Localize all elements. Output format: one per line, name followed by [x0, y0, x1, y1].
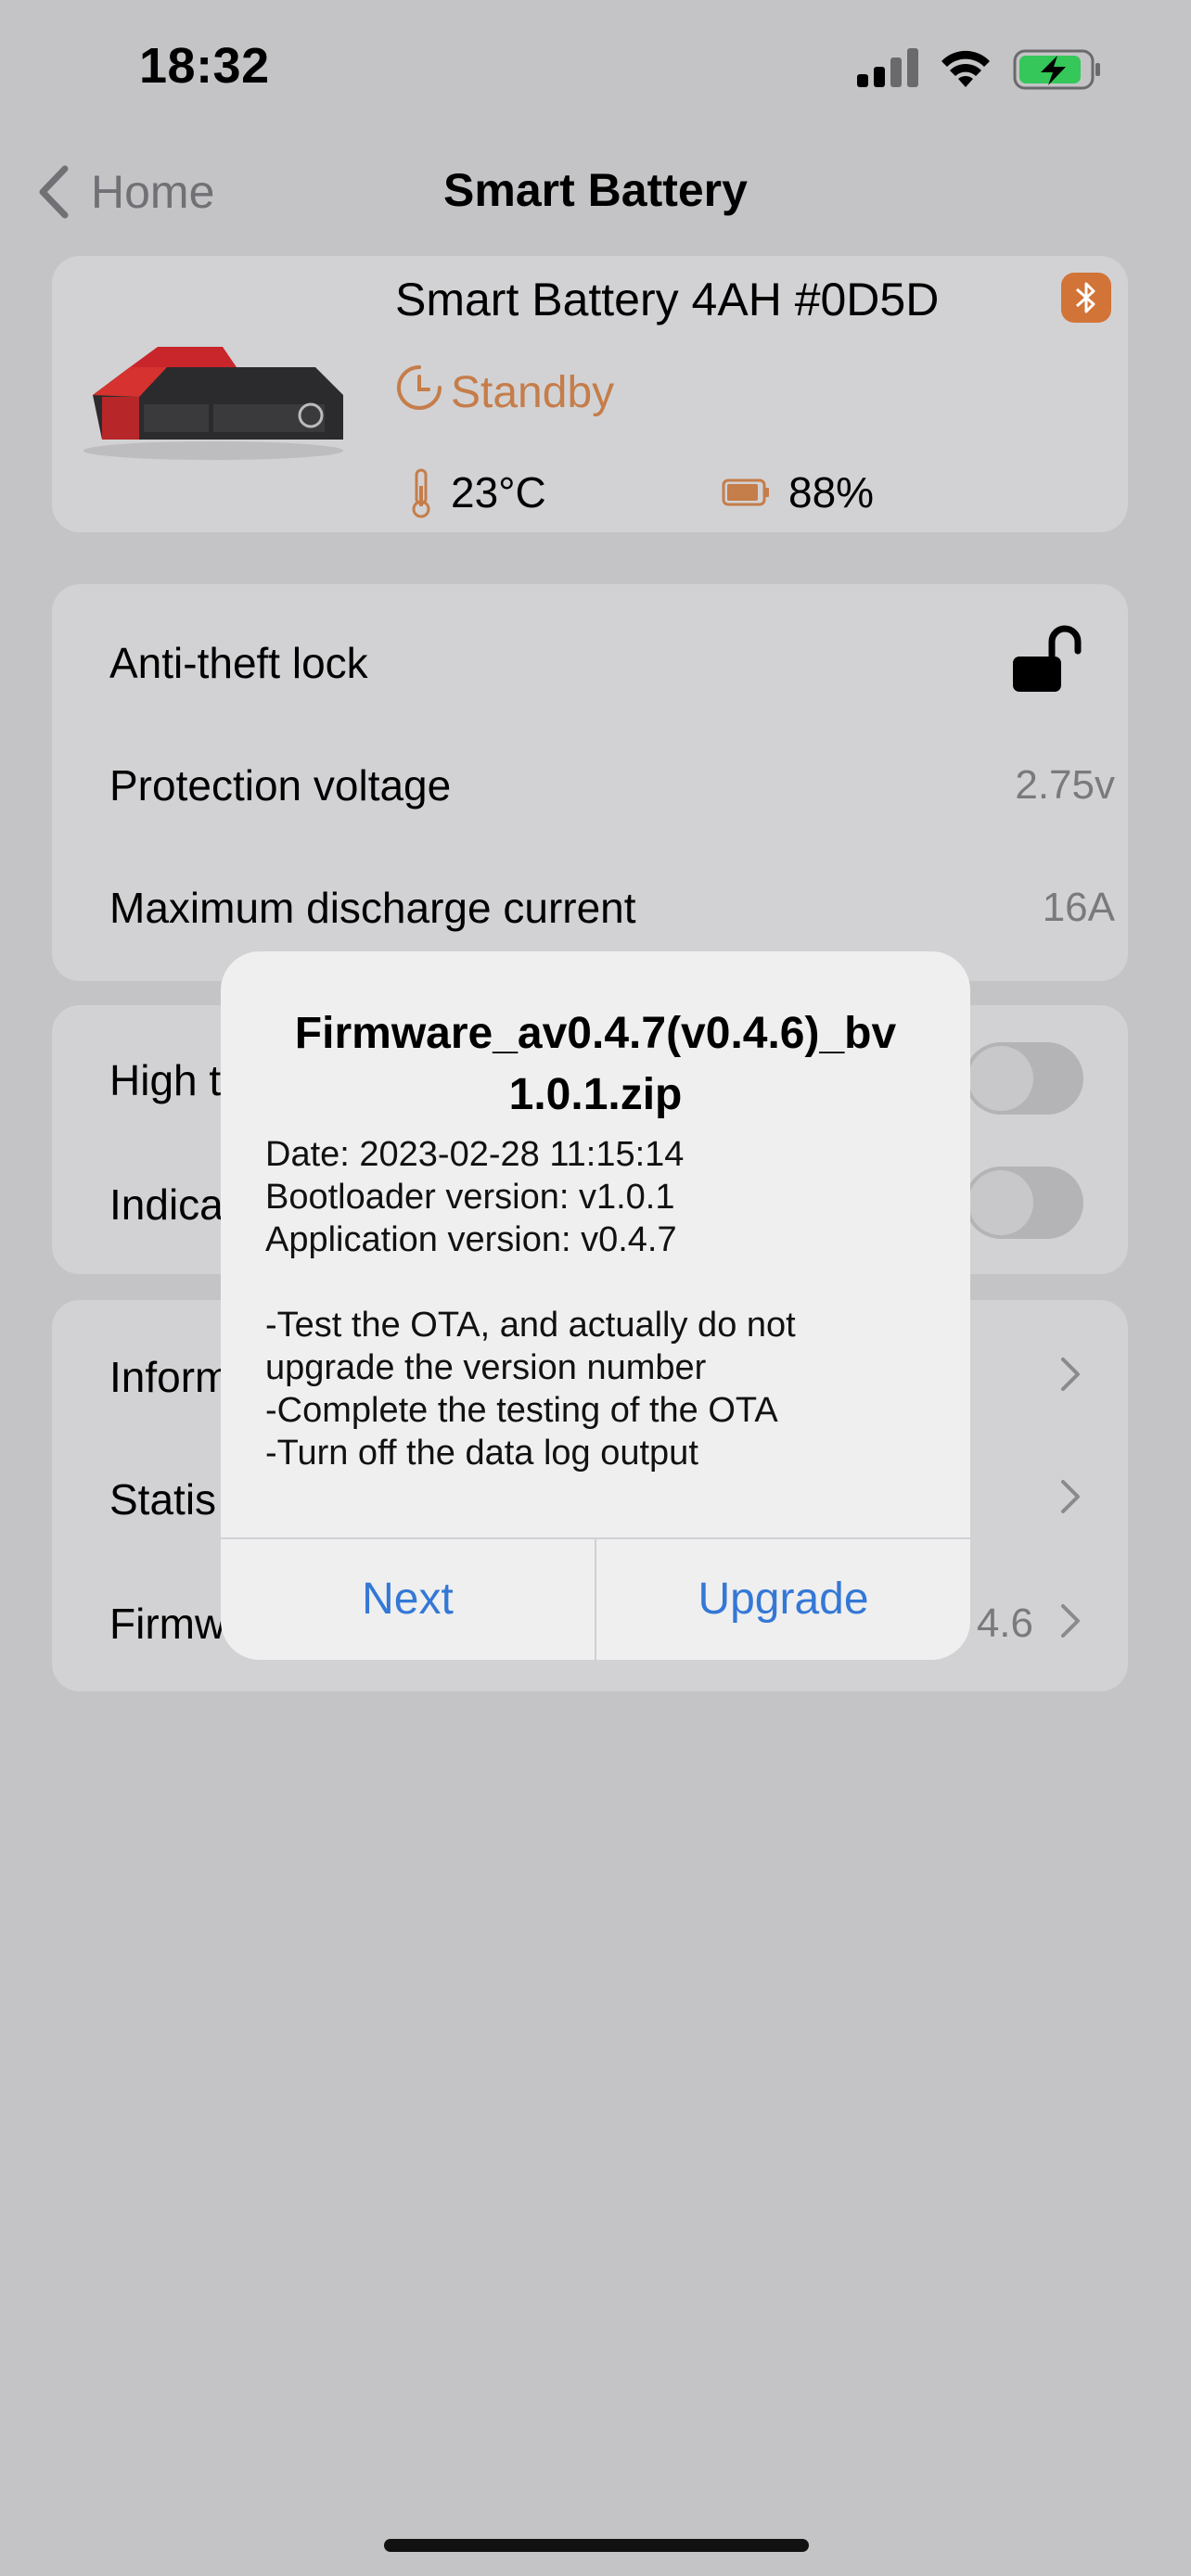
- status-time: 18:32: [139, 38, 270, 94]
- device-name: Smart Battery 4AH #0D5D: [395, 274, 940, 325]
- battery-level-value: 88%: [788, 468, 875, 516]
- toggle-label-indicator: Indica: [109, 1180, 224, 1229]
- chevron-right-icon[interactable]: [1059, 1356, 1082, 1393]
- page-title: Smart Battery: [443, 164, 748, 216]
- protection-voltage-value[interactable]: 2.75v: [1015, 762, 1115, 809]
- home-indicator[interactable]: [384, 2539, 809, 2552]
- protection-voltage-label: Protection voltage: [109, 761, 452, 810]
- dialog-title: Firmware_av0.4.7(v0.4.6)_bv 1.0.1.zip: [294, 1009, 897, 1119]
- firmware-version-value: 4.6: [976, 1600, 1033, 1646]
- battery-level-icon: [722, 478, 769, 506]
- menu-item-information[interactable]: Inform: [109, 1352, 230, 1402]
- temperature-value: 23°C: [451, 468, 546, 516]
- toggle-knob: [968, 1170, 1033, 1235]
- high-toggle[interactable]: [965, 1042, 1083, 1115]
- cellular-signal-icon: [857, 48, 918, 87]
- chevron-right-icon[interactable]: [1059, 1602, 1082, 1639]
- max-discharge-value[interactable]: 16A: [1043, 885, 1115, 931]
- max-discharge-label: Maximum discharge current: [109, 884, 636, 932]
- thermometer-icon: [412, 468, 430, 518]
- anti-theft-lock-label: Anti-theft lock: [109, 639, 368, 687]
- next-button[interactable]: Next: [221, 1539, 595, 1660]
- menu-item-statistics[interactable]: Statis: [109, 1474, 216, 1524]
- dialog-message: Date: 2023-02-28 11:15:14 Bootloader ver…: [265, 1135, 796, 1473]
- unlock-icon[interactable]: [1009, 623, 1083, 694]
- battery-product-image: [83, 347, 343, 460]
- status-battery-icon: [1013, 49, 1100, 90]
- device-state: Standby: [451, 368, 615, 417]
- toggle-label-high: High t: [109, 1056, 222, 1104]
- indicator-toggle[interactable]: [965, 1167, 1083, 1239]
- chevron-right-icon[interactable]: [1059, 1478, 1082, 1515]
- upgrade-button[interactable]: Upgrade: [596, 1539, 970, 1660]
- toggle-knob: [968, 1046, 1033, 1111]
- standby-clock-icon: [397, 365, 442, 410]
- wifi-icon: [941, 50, 990, 87]
- menu-item-firmware[interactable]: Firmw: [109, 1599, 225, 1649]
- bluetooth-icon: [1061, 273, 1111, 323]
